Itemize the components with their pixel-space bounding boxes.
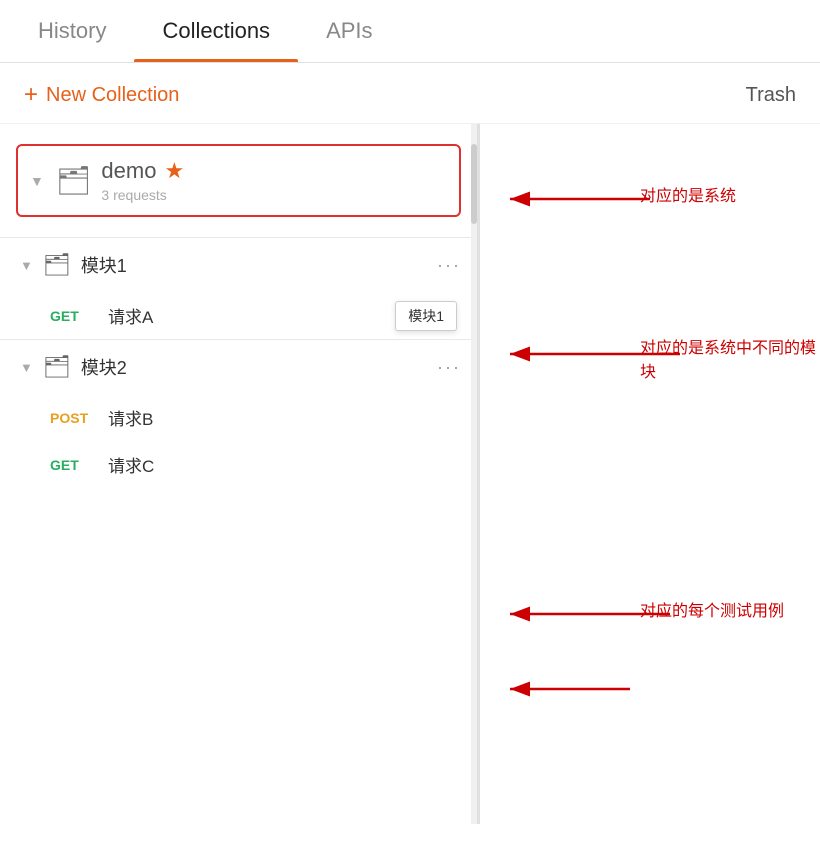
new-collection-label: New Collection [46,84,179,107]
annotation-1-text: 对应的是系统 [640,188,736,205]
tab-history[interactable]: History [10,0,134,62]
method-post-badge: POST [50,410,94,426]
request-b-row[interactable]: POST 请求B [0,394,477,441]
module2-more-button[interactable]: ··· [437,357,461,378]
module2-folder-icon: 🗂 [43,354,71,380]
chevron-down-icon: ▼ [30,173,44,189]
scrollbar-thumb [471,144,477,224]
main-content: ▼ 🗂 demo ★ 3 requests ▼ 🗂 模块1 ··· [0,124,820,824]
annotation-arrows [480,124,820,824]
module1-folder-icon: 🗂 [43,252,71,278]
tab-collections[interactable]: Collections [134,0,298,62]
annotation-2-text: 对应的是系统中不同的模块 [640,340,816,381]
module1-more-button[interactable]: ··· [437,255,461,276]
module1-tooltip: 模块1 [395,301,457,331]
request-a-name: 请求A [108,303,153,328]
page-wrapper: History Collections APIs + New Collectio… [0,0,820,824]
new-collection-button[interactable]: + New Collection [24,81,179,109]
collection-name: demo [101,158,156,184]
method-get-badge-2: GET [50,457,94,473]
demo-collection[interactable]: ▼ 🗂 demo ★ 3 requests [16,144,461,217]
collection-name-row: demo ★ [101,158,443,184]
left-panel: ▼ 🗂 demo ★ 3 requests ▼ 🗂 模块1 ··· [0,124,480,824]
module-2-row[interactable]: ▼ 🗂 模块2 ··· [0,340,477,394]
star-icon: ★ [164,158,184,184]
module1-name: 模块1 [81,252,427,278]
annotation-2: 对应的是系统中不同的模块 [640,334,820,382]
request-a-row[interactable]: GET 请求A 模块1 [0,292,477,339]
annotation-3-text: 对应的每个测试用例 [640,603,784,620]
scrollbar[interactable] [471,124,477,824]
toolbar: + New Collection Trash [0,63,820,124]
trash-button[interactable]: Trash [746,84,796,107]
annotation-1: 对应的是系统 [640,182,736,206]
folder-icon: 🗂 [56,164,92,197]
request-c-row[interactable]: GET 请求C [0,441,477,488]
module2-chevron-icon: ▼ [20,360,33,375]
module1-chevron-icon: ▼ [20,258,33,273]
tab-apis[interactable]: APIs [298,0,400,62]
plus-icon: + [24,81,38,109]
method-get-badge: GET [50,308,94,324]
module2-name: 模块2 [81,354,427,380]
annotation-panel: 对应的是系统 对应的是系统中不同的模块 对应的每个测试用例 [480,124,820,824]
annotation-3: 对应的每个测试用例 [640,597,784,621]
request-count: 3 requests [101,187,443,203]
tab-bar: History Collections APIs [0,0,820,63]
request-b-name: 请求B [108,405,153,430]
request-c-name: 请求C [108,452,154,477]
collection-info: demo ★ 3 requests [101,158,443,203]
module-1-row[interactable]: ▼ 🗂 模块1 ··· [0,238,477,292]
